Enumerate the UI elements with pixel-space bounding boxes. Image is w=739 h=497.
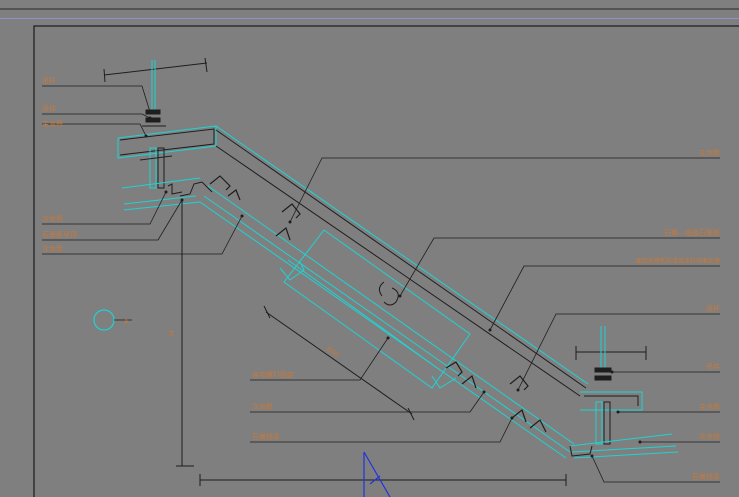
label-right-1: 主龙骨 — [699, 148, 720, 157]
slope-dimension-text: 600 — [325, 345, 341, 359]
label-right-6: 主龙骨 — [699, 402, 720, 411]
central-channel — [279, 229, 471, 389]
drawing-frame — [33, 25, 739, 497]
label-right-5: 吊件 — [706, 362, 720, 371]
leader-dots — [144, 110, 642, 458]
left-rails — [121, 177, 203, 211]
label-right-8: 石膏线条 — [692, 472, 720, 481]
right-beam — [569, 391, 679, 459]
left-beam — [117, 125, 217, 189]
label-left-mid-2: 石膏板吊顶 — [42, 230, 77, 239]
label-left-top-1: 吊杆 — [42, 76, 56, 85]
circle-section-marker-icon — [93, 309, 115, 331]
label-bottom-2: 次龙骨 — [252, 402, 273, 411]
dimension-lines — [176, 200, 567, 486]
profile-clips — [209, 175, 547, 433]
ucs-triangle-icon — [363, 451, 391, 497]
section-arc-mark — [378, 281, 399, 306]
label-right-7: 次龙骨 — [699, 432, 720, 441]
label-right-4: 吊杆 — [706, 304, 720, 313]
label-bottom-3: 石膏线条 — [252, 432, 280, 441]
label-left-top-2: 吊件 — [42, 104, 56, 113]
label-left-top-3: 主龙骨 — [42, 119, 63, 128]
vertical-dimension-text: H — [168, 331, 176, 336]
leader-lines — [42, 85, 720, 483]
cad-drawing: 吊杆 吊件 主龙骨 次龙骨 石膏板吊顶 次龙骨 主龙骨 石膏—纸面石膏板 面层处… — [0, 8, 739, 497]
cad-drawing-canvas[interactable]: 吊杆 吊件 主龙骨 次龙骨 石膏板吊顶 次龙骨 主龙骨 石膏—纸面石膏板 面层处… — [0, 0, 739, 497]
section-marker-tag: A — [124, 318, 129, 326]
label-right-2: 石膏—纸面石膏板 — [664, 228, 720, 237]
left-hanger-assembly — [103, 57, 208, 127]
label-right-3: 面层处理乳胶漆或涂料饰面处理 — [636, 257, 720, 265]
label-left-mid-3: 次龙骨 — [42, 244, 63, 253]
label-left-mid-1: 次龙骨 — [42, 214, 63, 223]
label-bottom-1: 自攻螺钉固定 — [252, 370, 294, 379]
